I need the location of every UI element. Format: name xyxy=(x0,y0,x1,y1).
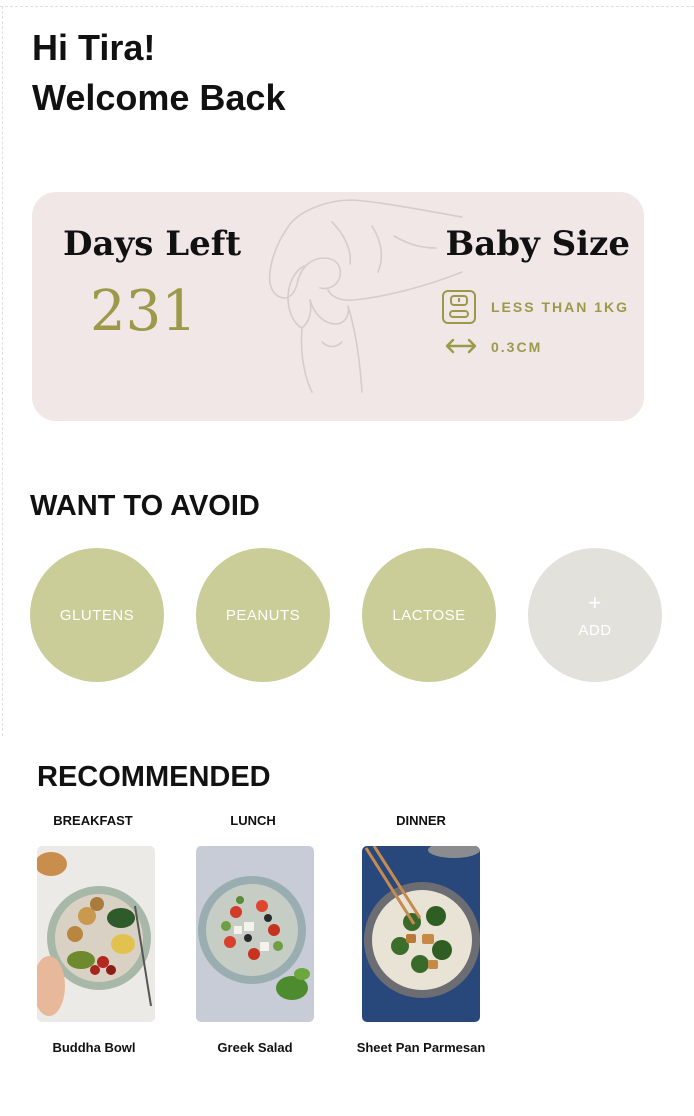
baby-weight-text: LESS THAN 1KG xyxy=(491,299,630,315)
avoid-section-title: WANT TO AVOID xyxy=(30,490,260,522)
greeting-welcome: Welcome Back xyxy=(32,77,286,118)
recommended-section-title: RECOMMENDED xyxy=(37,761,271,793)
days-left-label: Days Left xyxy=(63,224,242,264)
meal-category-breakfast: BREAKFAST xyxy=(53,813,133,828)
days-left-value: 231 xyxy=(90,279,197,344)
canvas-left-edge xyxy=(2,6,3,736)
meal-category-lunch: LUNCH xyxy=(230,813,276,828)
meal-name-greek-salad: Greek Salad xyxy=(217,1040,293,1055)
avoid-item-label: LACTOSE xyxy=(392,606,466,624)
greeting-name: Hi Tira! xyxy=(32,27,156,68)
canvas-top-edge xyxy=(0,6,694,7)
baby-size-label: Baby Size xyxy=(445,224,630,264)
avoid-item-label: GLUTENS xyxy=(59,606,135,624)
meal-image-greek-salad[interactable] xyxy=(196,846,314,1022)
meal-category-dinner: DINNER xyxy=(396,813,446,828)
horizontal-arrow-icon xyxy=(445,338,477,354)
avoid-item-glutens[interactable]: GLUTENS xyxy=(30,548,164,682)
meal-name-buddha-bowl: Buddha Bowl xyxy=(52,1040,136,1055)
avoid-item-lactose[interactable]: LACTOSE xyxy=(362,548,496,682)
add-avoid-label: ADD xyxy=(578,621,612,639)
add-avoid-button[interactable]: + ADD xyxy=(528,548,662,682)
meal-name-sheet-pan-parmesan: Sheet Pan Parmesan xyxy=(356,1040,486,1055)
baby-length-text: 0.3CM xyxy=(491,339,543,355)
pregnancy-card: Days Left 231 Baby Size LESS THAN 1KG 0.… xyxy=(32,192,644,421)
meal-image-sheet-pan-parmesan[interactable] xyxy=(362,846,480,1022)
avoid-item-peanuts[interactable]: PEANUTS xyxy=(196,548,330,682)
meal-image-buddha-bowl[interactable] xyxy=(37,846,155,1022)
scale-icon xyxy=(442,290,476,324)
avoid-item-label: PEANUTS xyxy=(225,606,301,624)
plus-icon: + xyxy=(588,589,602,615)
